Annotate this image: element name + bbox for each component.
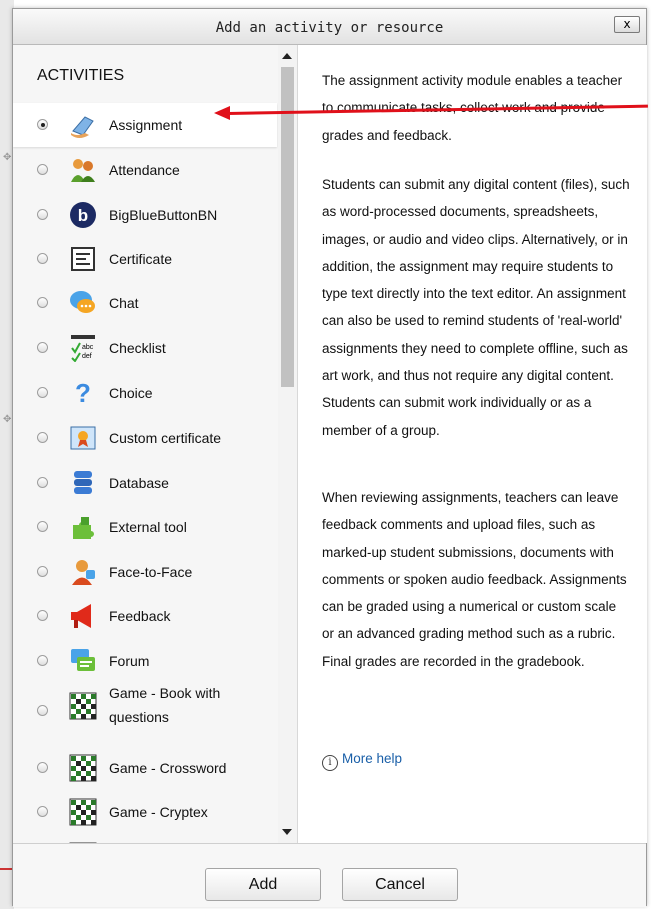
- svg-text:b: b: [78, 206, 88, 225]
- scroll-up-icon[interactable]: [282, 53, 292, 59]
- radio-button[interactable]: [37, 209, 48, 220]
- activity-item-label: Game - Crossword: [109, 760, 227, 776]
- activity-item-game-crossword[interactable]: Game - Crossword: [13, 746, 277, 790]
- custom-certificate-icon: [69, 424, 97, 452]
- dialog-footer: Add Cancel: [13, 843, 646, 907]
- activity-item-face-to-face[interactable]: Face-to-Face: [13, 550, 277, 594]
- activity-item-custom-certificate[interactable]: Custom certificate: [13, 416, 277, 460]
- activity-item-label: Certificate: [109, 251, 173, 267]
- radio-button[interactable]: [37, 705, 48, 716]
- annotation-arrow-head: [214, 106, 230, 120]
- activity-item-label: Attendance: [109, 162, 180, 178]
- activity-item-label: Checklist: [109, 340, 166, 356]
- scroll-thumb[interactable]: [281, 67, 294, 387]
- dialog-titlebar: Add an activity or resource x: [13, 9, 646, 45]
- radio-button[interactable]: [37, 655, 48, 666]
- feedback-icon: [69, 602, 97, 630]
- activity-item-label: Forum: [109, 653, 150, 669]
- activity-item-label: Game - Book with questions: [109, 685, 221, 725]
- scroll-down-icon[interactable]: [282, 829, 292, 835]
- svg-text:abc: abc: [82, 344, 94, 351]
- attendance-icon: [69, 156, 97, 184]
- radio-button[interactable]: [37, 164, 48, 175]
- activity-item-feedback[interactable]: Feedback: [13, 594, 277, 638]
- certificate-icon: [69, 245, 97, 273]
- activity-item-label: Database: [109, 475, 169, 491]
- activity-list: ACTIVITIES Assignment Attendance b BigBlueB…: [13, 45, 298, 843]
- svg-text:?: ?: [75, 379, 91, 407]
- bigbluebutton-icon: b: [69, 201, 97, 229]
- activity-item-label: External tool: [109, 519, 187, 535]
- activity-item-game-cryptex[interactable]: Game - Cryptex: [13, 790, 277, 834]
- radio-button[interactable]: [37, 253, 48, 264]
- radio-button[interactable]: [37, 297, 48, 308]
- add-button[interactable]: Add: [205, 868, 321, 901]
- activity-chooser-dialog: Add an activity or resource x ACTIVITIES…: [12, 8, 647, 907]
- activity-item-label: Chat: [109, 295, 139, 311]
- radio-button[interactable]: [37, 610, 48, 621]
- activity-item-certificate[interactable]: Certificate: [13, 237, 277, 281]
- close-button[interactable]: x: [614, 16, 640, 33]
- game-icon: [69, 798, 97, 826]
- activity-item-label: Game - Cryptex: [109, 804, 208, 820]
- radio-button[interactable]: [37, 477, 48, 488]
- activity-item-bigbluebuttonbn[interactable]: b BigBlueButtonBN: [13, 193, 277, 237]
- radio-button[interactable]: [37, 566, 48, 577]
- activity-item-game-book-with-questions[interactable]: Game - Book with questions: [13, 683, 277, 727]
- cancel-button[interactable]: Cancel: [342, 868, 458, 901]
- more-help-label: More help: [342, 751, 403, 766]
- activity-item-checklist[interactable]: abc def Checklist: [13, 326, 277, 370]
- activity-item-label: Feedback: [109, 608, 171, 624]
- checklist-icon: abc def: [69, 334, 97, 363]
- background-handle-icon: ✥: [3, 414, 12, 425]
- database-icon: [69, 469, 97, 497]
- face-to-face-icon: [69, 558, 97, 586]
- game-icon: [69, 754, 97, 782]
- radio-button[interactable]: [37, 521, 48, 532]
- chat-icon: [69, 289, 97, 317]
- activity-item-external-tool[interactable]: External tool: [13, 505, 277, 549]
- forum-icon: [69, 647, 97, 675]
- radio-button[interactable]: [37, 342, 48, 353]
- activity-item-database[interactable]: Database: [13, 461, 277, 505]
- activity-item-label: BigBlueButtonBN: [109, 207, 218, 223]
- activity-item-label: Custom certificate: [109, 430, 222, 446]
- activity-item-label: Choice: [109, 385, 153, 401]
- activity-item-choice[interactable]: ? Choice: [13, 371, 277, 415]
- activity-item-assignment[interactable]: Assignment: [13, 103, 277, 147]
- activity-item-label: Assignment: [109, 117, 183, 133]
- activity-item-chat[interactable]: Chat: [13, 281, 277, 325]
- game-icon: [69, 692, 97, 720]
- background-handle-icon: ✥: [3, 152, 12, 163]
- radio-button[interactable]: [37, 119, 48, 130]
- radio-button[interactable]: [37, 432, 48, 443]
- info-icon: i: [322, 755, 338, 771]
- choice-icon: ?: [69, 378, 97, 408]
- activity-item-attendance[interactable]: Attendance: [13, 148, 277, 192]
- assignment-icon: [69, 111, 97, 139]
- list-heading: ACTIVITIES: [37, 67, 125, 84]
- list-scrollbar[interactable]: [278, 45, 297, 843]
- more-help-link[interactable]: i More help: [322, 751, 402, 771]
- activity-item-forum[interactable]: Forum: [13, 639, 277, 683]
- radio-button[interactable]: [37, 387, 48, 398]
- activity-item-game-hangman[interactable]: Game - Hangman: [13, 834, 277, 843]
- svg-text:def: def: [82, 353, 92, 360]
- activity-item-label: Face-to-Face: [109, 564, 193, 580]
- dialog-title: Add an activity or resource: [215, 20, 444, 36]
- radio-button[interactable]: [37, 806, 48, 817]
- description-paragraph: Students can submit any digital content …: [322, 177, 630, 438]
- description-paragraph: When reviewing assignments, teachers can…: [322, 490, 627, 669]
- description-pane: The assignment activity module enables a…: [298, 45, 647, 843]
- external-tool-icon: [69, 513, 97, 541]
- radio-button[interactable]: [37, 762, 48, 773]
